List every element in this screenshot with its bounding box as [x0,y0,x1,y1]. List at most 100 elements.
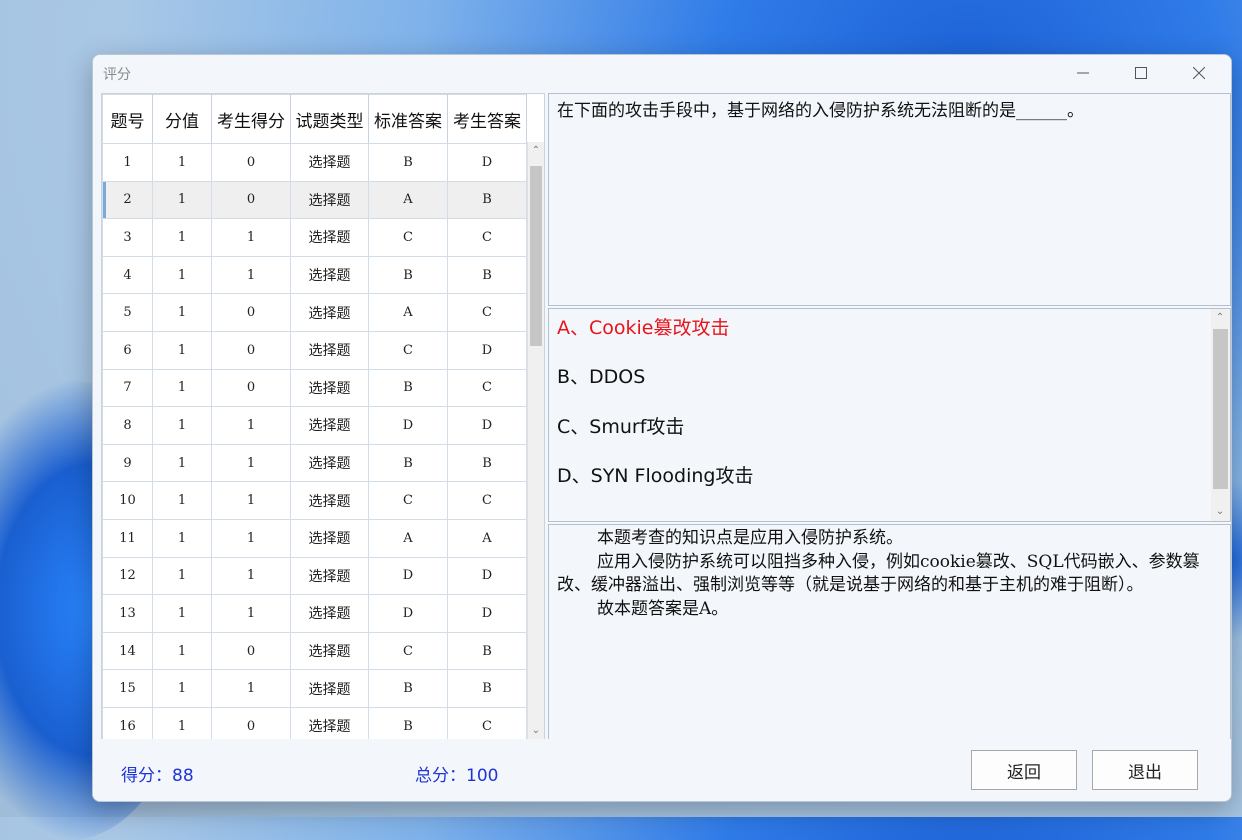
table-cell[interactable]: C [447,218,527,257]
table-cell[interactable]: D [447,594,527,633]
table-row[interactable]: 13 1 1 选择题 D D [102,594,527,633]
chevron-down-icon[interactable]: ⌄ [530,724,542,738]
table-cell[interactable]: C [368,631,448,671]
table-cell[interactable]: B [447,255,527,295]
table-cell[interactable]: 1 [152,143,212,182]
table-row[interactable]: 9 1 1 选择题 B B [102,443,527,483]
scrollbar-thumb[interactable] [1213,329,1228,489]
table-cell[interactable]: A [368,180,448,220]
table-cell[interactable]: B [368,669,448,708]
table-cell[interactable]: 选择题 [290,368,369,408]
table-cell[interactable]: 1 [152,481,212,520]
table-cell[interactable]: 选择题 [290,631,369,671]
chevron-up-icon[interactable]: ⌃ [1214,311,1226,325]
table-cell[interactable]: 0 [211,293,291,332]
table-cell[interactable]: B [447,180,527,220]
table-cell[interactable]: 选择题 [290,481,369,520]
table-cell[interactable]: 1 [211,594,291,633]
table-cell[interactable]: 1 [211,443,291,483]
table-cell[interactable]: 1 [152,443,212,483]
options-panel[interactable]: A、Cookie篡改攻击 B、DDOS C、Smurf攻击 D、SYN Floo… [548,308,1231,522]
table-cell[interactable]: 14 [102,631,153,671]
table-cell[interactable]: D [447,143,527,182]
table-cell[interactable]: 选择题 [290,556,369,596]
table-cell[interactable]: 13 [102,594,153,633]
table-cell[interactable]: C [447,368,527,408]
table-cell[interactable]: 12 [102,556,153,596]
table-cell[interactable]: D [368,406,448,445]
table-cell[interactable]: 选择题 [290,218,369,257]
table-cell[interactable]: 选择题 [290,143,369,182]
table-cell[interactable]: 1 [211,218,291,257]
table-cell[interactable]: 1 [211,518,291,558]
table-cell[interactable]: 1 [152,594,212,633]
minimize-button[interactable] [1055,55,1111,91]
table-cell[interactable]: 1 [152,706,212,740]
table-cell[interactable]: 0 [211,180,291,220]
table-cell[interactable]: A [447,518,527,558]
score-table[interactable]: 题号 分值 考生得分 试题类型 标准答案 考生答案 1 1 0 选择题 B D 2 1 0 选择题… [101,93,545,741]
options-scrollbar[interactable]: ⌃ ⌄ [1211,309,1230,521]
table-cell[interactable]: B [368,255,448,295]
table-row[interactable]: 3 1 1 选择题 C C [102,218,527,257]
table-cell[interactable]: 1 [152,556,212,596]
table-cell[interactable]: B [368,443,448,483]
exit-button[interactable]: 退出 [1092,750,1198,790]
column-header[interactable]: 题号 [102,94,153,144]
table-cell[interactable]: 4 [102,255,153,295]
table-cell[interactable]: 0 [211,330,291,370]
table-row[interactable]: 11 1 1 选择题 A A [102,518,527,558]
table-cell[interactable]: 1 [152,631,212,671]
table-cell[interactable]: 1 [152,180,212,220]
table-row[interactable]: 10 1 1 选择题 C C [102,481,527,520]
table-cell[interactable]: 1 [211,255,291,295]
table-row[interactable]: 2 1 0 选择题 A B [102,180,527,220]
table-row[interactable]: 15 1 1 选择题 B B [102,669,527,708]
back-button[interactable]: 返回 [971,750,1077,790]
table-cell[interactable]: 选择题 [290,518,369,558]
column-header[interactable]: 考生答案 [447,94,527,144]
table-cell[interactable]: 10 [102,481,153,520]
table-cell[interactable]: 2 [102,180,153,220]
table-cell[interactable]: 1 [102,143,153,182]
table-cell[interactable]: C [368,330,448,370]
column-header[interactable]: 试题类型 [290,94,369,144]
table-cell[interactable]: 16 [102,706,153,740]
table-cell[interactable]: 选择题 [290,293,369,332]
table-cell[interactable]: 6 [102,330,153,370]
table-cell[interactable]: 15 [102,669,153,708]
table-cell[interactable]: 选择题 [290,180,369,220]
table-cell[interactable]: 7 [102,368,153,408]
table-row[interactable]: 4 1 1 选择题 B B [102,255,527,295]
table-cell[interactable]: 1 [152,368,212,408]
table-cell[interactable]: 选择题 [290,255,369,295]
table-cell[interactable]: 1 [211,556,291,596]
table-cell[interactable]: 1 [152,406,212,445]
table-cell[interactable]: 1 [152,669,212,708]
table-row[interactable]: 14 1 0 选择题 C B [102,631,527,671]
table-cell[interactable]: A [368,518,448,558]
table-row[interactable]: 7 1 0 选择题 B C [102,368,527,408]
table-cell[interactable]: B [368,706,448,740]
title-bar[interactable]: 评分 [93,55,1231,91]
table-row[interactable]: 5 1 0 选择题 A C [102,293,527,332]
table-cell[interactable]: 9 [102,443,153,483]
table-cell[interactable]: 选择题 [290,330,369,370]
maximize-button[interactable] [1113,55,1169,91]
table-cell[interactable]: 0 [211,143,291,182]
table-cell[interactable]: 3 [102,218,153,257]
table-cell[interactable]: 选择题 [290,669,369,708]
table-cell[interactable]: 1 [152,218,212,257]
chevron-down-icon[interactable]: ⌄ [1214,505,1226,519]
table-cell[interactable]: D [447,406,527,445]
table-scrollbar[interactable]: ⌃ ⌄ [527,142,544,740]
chevron-up-icon[interactable]: ⌃ [530,144,542,158]
table-cell[interactable]: B [447,631,527,671]
close-button[interactable] [1171,55,1227,91]
table-cell[interactable]: 1 [211,481,291,520]
table-cell[interactable]: B [368,143,448,182]
table-cell[interactable]: C [447,706,527,740]
column-header[interactable]: 考生得分 [211,94,291,144]
table-cell[interactable]: C [368,481,448,520]
table-cell[interactable]: C [447,481,527,520]
